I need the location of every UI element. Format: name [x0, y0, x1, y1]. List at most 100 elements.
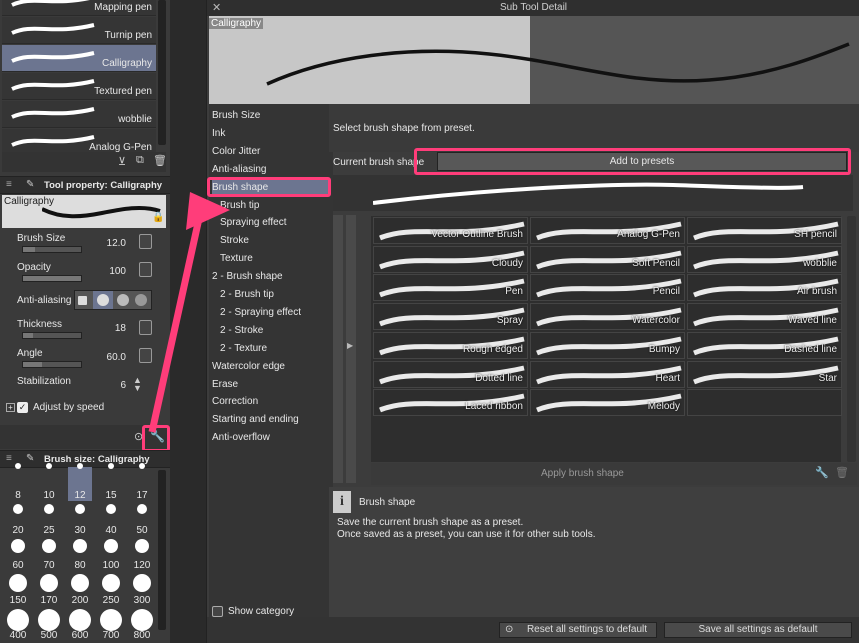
- brush-size-option[interactable]: 50: [130, 502, 154, 536]
- brush-size-value[interactable]: 12.0: [96, 238, 126, 249]
- brush-size-option[interactable]: 170: [37, 572, 61, 606]
- preset-label: Watercolor: [632, 315, 680, 327]
- trash-icon[interactable]: 🗑: [153, 154, 167, 167]
- brush-size-option[interactable]: 70: [37, 537, 61, 571]
- highlight-add-to-presets: [414, 148, 851, 175]
- brush-size-option[interactable]: 120: [130, 537, 154, 571]
- copy-icon[interactable]: ⧉: [136, 154, 144, 167]
- save-all-button[interactable]: Save all settings as default: [664, 622, 852, 638]
- pen-item[interactable]: Calligraphy: [2, 45, 156, 72]
- brush-size-option[interactable]: 400: [6, 607, 30, 641]
- brush-size-option[interactable]: 12: [68, 463, 92, 501]
- download-icon[interactable]: ⊻: [118, 155, 126, 168]
- brush-size-option[interactable]: 40: [99, 502, 123, 536]
- brush-size-option[interactable]: 60: [6, 537, 30, 571]
- reset-all-button[interactable]: ⊙ Reset all settings to default: [499, 622, 657, 638]
- brush-size-option[interactable]: 300: [130, 572, 154, 606]
- preset-item[interactable]: Soft Pencil: [530, 245, 685, 273]
- brush-size-option[interactable]: 20: [6, 502, 30, 536]
- brush-size-option[interactable]: 100: [99, 537, 123, 571]
- dialog-footer: ⊙ Reset all settings to default Save all…: [207, 617, 859, 643]
- preset-item[interactable]: Analog G-Pen: [530, 217, 685, 244]
- brush-size-option[interactable]: 30: [68, 502, 92, 536]
- adjust-by-speed-label: Adjust by speed: [33, 402, 105, 413]
- category-item[interactable]: Brush Size: [212, 108, 329, 124]
- preset-item[interactable]: Watercolor: [530, 303, 685, 331]
- thickness-slider[interactable]: [22, 332, 82, 339]
- pen-item[interactable]: Textured pen: [2, 73, 156, 100]
- preset-scrollbar[interactable]: [847, 216, 856, 462]
- brush-size-option-label: 10: [43, 490, 55, 501]
- aa-none-icon[interactable]: [78, 296, 87, 305]
- expand-icon[interactable]: +: [6, 403, 15, 412]
- preset-item[interactable]: Vector Outline Brush: [373, 217, 528, 244]
- brush-size-option[interactable]: 15: [99, 463, 123, 501]
- preset-item[interactable]: Pencil: [530, 274, 685, 302]
- menu-icon[interactable]: ≡: [6, 179, 12, 190]
- adjust-by-speed-checkbox[interactable]: ✓: [17, 402, 28, 413]
- thickness-value[interactable]: 18: [96, 323, 126, 334]
- splitter-right[interactable]: ▶: [346, 215, 356, 483]
- close-icon[interactable]: ✕: [212, 0, 221, 16]
- brush-size-option[interactable]: 250: [99, 572, 123, 606]
- angle-slider[interactable]: [22, 361, 82, 368]
- brush-size-option[interactable]: 25: [37, 502, 61, 536]
- pen-item[interactable]: Mapping pen: [2, 0, 156, 16]
- stabilization-value[interactable]: 6: [96, 380, 126, 391]
- brush-size-option[interactable]: 80: [68, 537, 92, 571]
- pen-item[interactable]: Turnip pen: [2, 17, 156, 44]
- brush-size-option-label: 120: [133, 560, 151, 571]
- preset-item[interactable]: Air brush: [687, 274, 842, 302]
- preset-item[interactable]: SH pencil: [687, 217, 842, 244]
- brush-size-option[interactable]: 800: [130, 607, 154, 641]
- brush-size-option-label: 80: [74, 560, 86, 571]
- angle-value[interactable]: 60.0: [96, 352, 126, 363]
- brush-size-option[interactable]: 600: [68, 607, 92, 641]
- preset-item[interactable]: Star: [687, 360, 842, 388]
- preset-item[interactable]: Laced ribbon: [373, 389, 528, 417]
- opacity-slider[interactable]: [22, 275, 82, 282]
- delete-icon[interactable]: 🗑: [835, 466, 849, 479]
- category-item[interactable]: Color Jitter: [212, 144, 329, 160]
- category-item[interactable]: Ink: [212, 126, 329, 142]
- brush-size-scrollbar[interactable]: [158, 470, 166, 630]
- brush-size-dot: [100, 609, 122, 631]
- brush-size-slider[interactable]: [22, 246, 82, 253]
- preset-item[interactable]: Heart: [530, 360, 685, 388]
- brush-size-option-label: 40: [105, 525, 117, 536]
- category-item[interactable]: Anti-aliasing: [212, 162, 329, 178]
- pen-label: wobblie: [118, 114, 152, 125]
- brush-size-option[interactable]: 200: [68, 572, 92, 606]
- brush-size-option[interactable]: 150: [6, 572, 30, 606]
- preset-item[interactable]: Melody: [530, 389, 685, 417]
- show-category-checkbox[interactable]: [212, 606, 223, 617]
- brush-size-option-label: 150: [9, 595, 27, 606]
- expand-arrow-icon[interactable]: ▶: [347, 341, 353, 350]
- preset-item[interactable]: Spray: [373, 303, 528, 331]
- brush-size-dot: [73, 539, 87, 553]
- brush-size-option[interactable]: 700: [99, 607, 123, 641]
- splitter-left[interactable]: [333, 215, 343, 483]
- pen-list-scrollbar[interactable]: [158, 0, 166, 145]
- brush-size-option[interactable]: 8: [6, 463, 30, 501]
- brush-size-option[interactable]: 17: [130, 463, 154, 501]
- brush-size-option[interactable]: 10: [37, 463, 61, 501]
- brush-size-option[interactable]: 500: [37, 607, 61, 641]
- settings-icon[interactable]: 🔧: [815, 466, 829, 479]
- brush-size-dot: [104, 539, 118, 553]
- preset-label: Pen: [505, 286, 523, 298]
- menu-icon-2[interactable]: ≡: [6, 453, 12, 464]
- preset-item[interactable]: Pen: [373, 274, 528, 302]
- preset-item[interactable]: Dotted line: [373, 360, 528, 388]
- opacity-value[interactable]: 100: [96, 266, 126, 277]
- preset-item[interactable]: Cloudy: [373, 245, 528, 273]
- preset-item[interactable]: Bumpy: [530, 331, 685, 359]
- preset-item[interactable]: Rough edged: [373, 331, 528, 359]
- preset-item[interactable]: Dashed line: [687, 331, 842, 359]
- dialog-title: Sub Tool Detail: [499, 2, 568, 13]
- preset-item[interactable]: Waved line: [687, 303, 842, 331]
- apply-brush-shape-button[interactable]: Apply brush shape: [541, 468, 624, 479]
- aa-medium-icon[interactable]: [117, 294, 129, 306]
- preset-item[interactable]: wobblie: [687, 245, 842, 273]
- pen-item[interactable]: wobblie: [2, 101, 156, 128]
